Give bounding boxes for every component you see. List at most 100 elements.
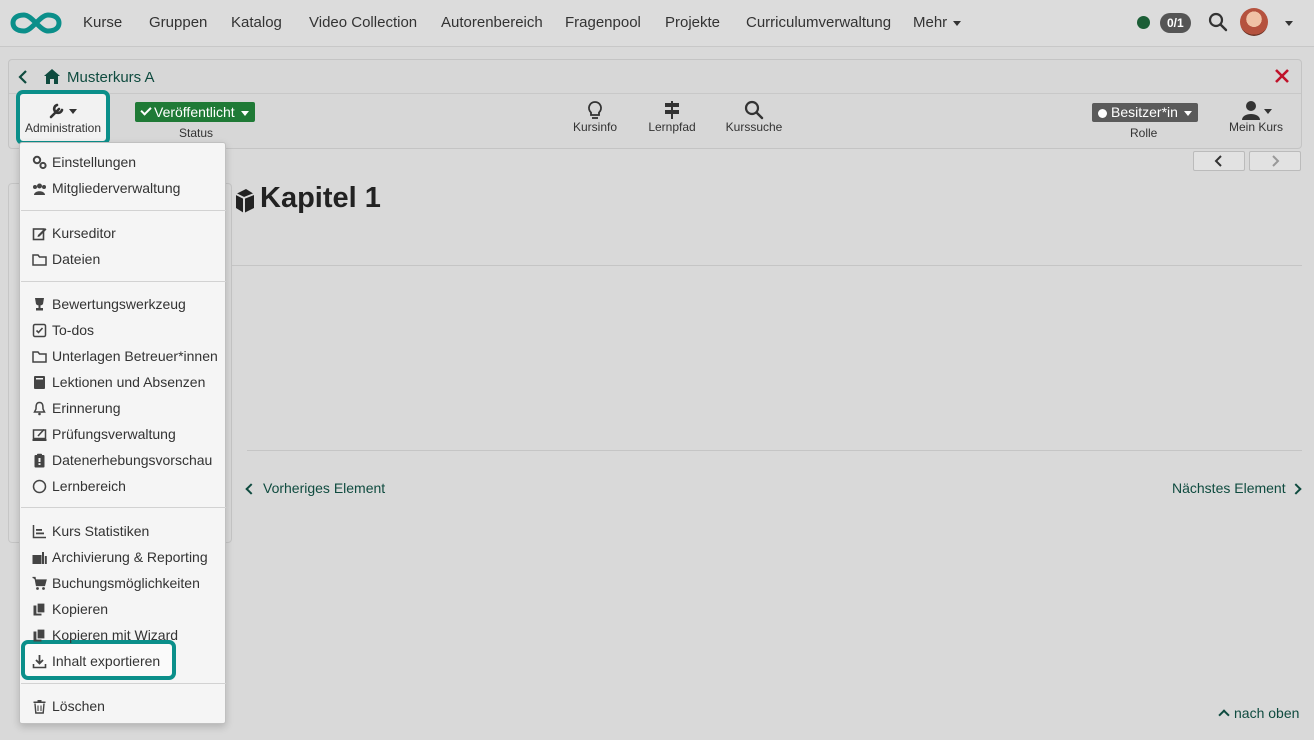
check-icon xyxy=(140,104,152,116)
menu-label: Löschen xyxy=(52,698,105,714)
menu-label: Kurseditor xyxy=(52,225,116,241)
home-icon[interactable] xyxy=(43,68,61,85)
menu-kurs-statistiken[interactable]: Kurs Statistiken xyxy=(32,520,149,542)
menu-kopieren-mit-wizard[interactable]: Kopieren mit Wizard xyxy=(32,624,178,646)
kurssuche-label: Kurssuche xyxy=(725,120,783,134)
chapter-icon xyxy=(235,189,255,213)
openolat-logo-icon[interactable] xyxy=(10,10,62,36)
wrench-icon xyxy=(49,103,77,119)
book-icon xyxy=(34,375,45,389)
menu-label: To-dos xyxy=(52,322,95,338)
trophy-icon xyxy=(35,297,44,310)
menu-erinnerung[interactable]: Erinnerung xyxy=(32,397,121,419)
key-icon xyxy=(1098,108,1107,118)
mein-kurs-button[interactable]: Mein Kurs xyxy=(1221,100,1291,134)
caret-down-icon xyxy=(953,20,962,26)
menu-label: Kopieren mit Wizard xyxy=(52,627,179,643)
nav-gruppen[interactable]: Gruppen xyxy=(149,14,207,31)
nav-autorenbereich[interactable]: Autorenbereich xyxy=(441,14,543,31)
previous-page-button[interactable] xyxy=(1193,151,1245,171)
menu-einstellungen[interactable]: Einstellungen xyxy=(32,151,136,173)
user-icon xyxy=(1242,101,1272,120)
exam-monitor-icon xyxy=(32,428,47,441)
menu-kopieren[interactable]: Kopieren xyxy=(32,598,108,620)
menu-bewertungswerkzeug[interactable]: Bewertungswerkzeug xyxy=(32,293,186,315)
menu-label: Lernbereich xyxy=(52,478,126,494)
caret-down-icon xyxy=(1183,110,1192,116)
menu-lernbereich[interactable]: Lernbereich xyxy=(32,475,126,497)
menu-label: Bewertungswerkzeug xyxy=(52,296,186,312)
menu-label: Archivierung & Reporting xyxy=(52,549,208,565)
notification-badge[interactable]: 0/1 xyxy=(1160,13,1191,33)
course-title[interactable]: Musterkurs A xyxy=(67,69,155,86)
search-icon[interactable] xyxy=(1208,12,1228,32)
menu-label: Dateien xyxy=(52,251,101,267)
menu-label: Buchungsmöglichkeiten xyxy=(52,575,200,591)
menu-lektionen-absenzen[interactable]: Lektionen und Absenzen xyxy=(32,371,205,393)
caret-down-icon xyxy=(240,110,249,116)
signpost-icon xyxy=(665,101,679,119)
next-page-button[interactable] xyxy=(1249,151,1301,171)
role-dropdown[interactable]: Besitzer*in xyxy=(1092,103,1198,122)
status-dropdown[interactable]: Veröffentlicht xyxy=(135,102,255,122)
menu-loeschen[interactable]: Löschen xyxy=(32,695,105,717)
bar-chart-icon xyxy=(32,524,46,538)
menu-label: Kurs Statistiken xyxy=(52,523,150,539)
checkbox-icon xyxy=(32,323,47,337)
menu-kurseditor[interactable]: Kurseditor xyxy=(32,222,116,244)
role-value: Besitzer*in xyxy=(1111,104,1178,120)
nav-curriculumverwaltung[interactable]: Curriculumverwaltung xyxy=(746,14,891,31)
menu-archivierung-reporting[interactable]: Archivierung & Reporting xyxy=(32,546,208,568)
kurssuche-button[interactable]: Kurssuche xyxy=(719,100,789,134)
download-icon xyxy=(32,654,47,668)
avatar-caret-down-icon[interactable] xyxy=(1285,21,1293,26)
folder-icon xyxy=(32,350,47,363)
menu-divider xyxy=(21,281,226,282)
trash-icon xyxy=(33,699,46,714)
course-title-row: Musterkurs A xyxy=(9,60,1301,94)
nav-kurse[interactable]: Kurse xyxy=(83,14,122,31)
back-chevron-icon[interactable] xyxy=(17,69,29,85)
menu-unterlagen-betreuer[interactable]: Unterlagen Betreuer*innen xyxy=(32,345,218,367)
menu-datenerhebungsvorschau[interactable]: Datenerhebungsvorschau xyxy=(32,449,212,471)
chevron-left-icon xyxy=(1214,155,1222,167)
users-icon xyxy=(33,183,46,195)
previous-element-link[interactable]: Vorheriges Element xyxy=(245,480,385,496)
menu-label: Unterlagen Betreuer*innen xyxy=(52,348,218,364)
menu-buchungsmoeglichkeiten[interactable]: Buchungsmöglichkeiten xyxy=(32,572,200,594)
nav-mehr-label: Mehr xyxy=(913,14,948,31)
nav-video-collection[interactable]: Video Collection xyxy=(309,14,417,31)
divider xyxy=(232,265,1302,266)
close-icon[interactable] xyxy=(1273,67,1291,85)
shopping-cart-icon xyxy=(32,576,47,590)
menu-inhalt-exportieren[interactable]: Inhalt exportieren xyxy=(32,650,160,672)
lightbulb-icon xyxy=(588,101,602,119)
nav-fragenpool[interactable]: Fragenpool xyxy=(565,14,641,31)
next-element-link[interactable]: Nächstes Element xyxy=(1172,480,1302,496)
online-status-icon[interactable] xyxy=(1137,16,1150,29)
kursinfo-button[interactable]: Kursinfo xyxy=(565,100,625,134)
menu-divider xyxy=(21,683,226,684)
menu-pruefungsverwaltung[interactable]: Prüfungsverwaltung xyxy=(32,423,176,445)
menu-dateien[interactable]: Dateien xyxy=(32,248,100,270)
menu-label: Erinnerung xyxy=(52,400,121,416)
back-to-top-label: nach oben xyxy=(1234,705,1300,721)
menu-label: Inhalt exportieren xyxy=(52,653,161,669)
bell-icon xyxy=(33,401,46,415)
next-element-label: Nächstes Element xyxy=(1172,480,1286,496)
menu-mitgliederverwaltung[interactable]: Mitgliederverwaltung xyxy=(32,177,180,199)
nav-mehr[interactable]: Mehr xyxy=(913,14,962,31)
nav-projekte[interactable]: Projekte xyxy=(665,14,720,31)
menu-label: Prüfungsverwaltung xyxy=(52,426,176,442)
administration-button[interactable]: Administration xyxy=(16,90,110,145)
role-label: Rolle xyxy=(1130,126,1158,140)
status-label: Status xyxy=(179,126,214,140)
administration-label: Administration xyxy=(24,121,102,135)
lernpfad-button[interactable]: Lernpfad xyxy=(642,100,702,134)
copy-icon xyxy=(33,601,46,615)
menu-to-dos[interactable]: To-dos xyxy=(32,319,94,341)
user-avatar[interactable] xyxy=(1240,8,1268,36)
nav-katalog[interactable]: Katalog xyxy=(231,14,282,31)
circle-icon xyxy=(32,479,47,493)
back-to-top-link[interactable]: nach oben xyxy=(1218,705,1300,721)
